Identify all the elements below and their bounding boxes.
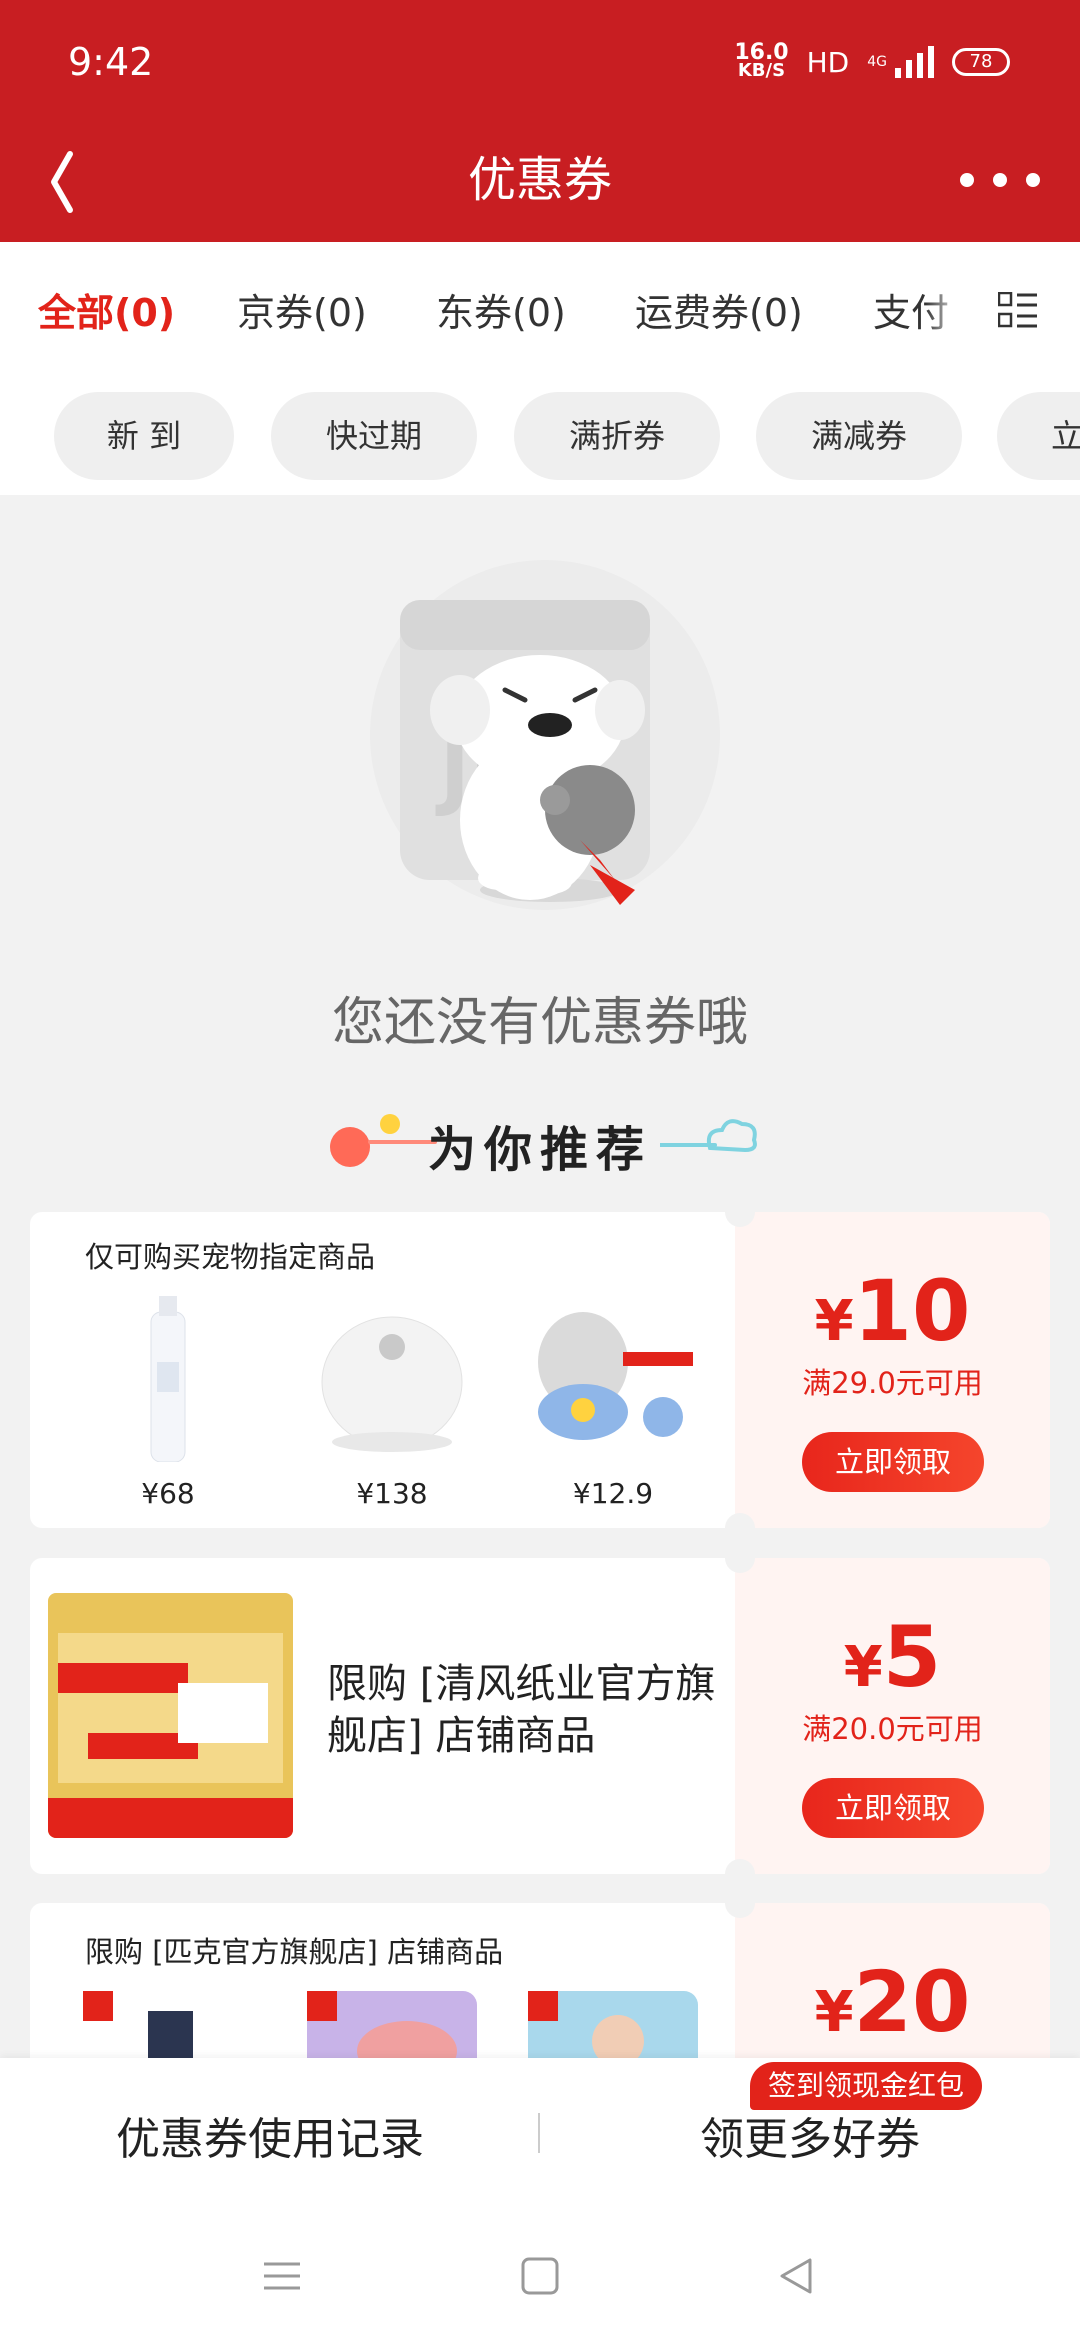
net-speed-unit: KB/S bbox=[737, 60, 786, 81]
coupon-shop-text: 限购 [清风纸业官方旗舰店] 店铺商品 bbox=[327, 1661, 716, 1759]
chip-more[interactable]: 立 bbox=[997, 392, 1080, 480]
product-image-shampoo-bottle[interactable] bbox=[83, 1292, 253, 1462]
coupon-heading: 限购 [匹克官方旗舰店] 店铺商品 bbox=[85, 1935, 504, 1969]
shop-product-image-tissue[interactable] bbox=[48, 1593, 293, 1838]
coupon-card-qingfeng[interactable]: ¥5 满20.0元可用 立即领取 限购 [清风纸业官方旗舰店] 店铺商品 bbox=[30, 1558, 1050, 1874]
jd-dog-mascot-illustration: JD bbox=[370, 560, 720, 910]
more-dots-icon[interactable] bbox=[960, 160, 1040, 200]
home-square-icon[interactable] bbox=[520, 2256, 560, 2296]
product-image-pet-bib[interactable] bbox=[528, 1292, 698, 1462]
list-view-icon[interactable] bbox=[998, 292, 1038, 328]
coupon-condition: 满29.0元可用 bbox=[802, 1366, 983, 1400]
back-triangle-icon[interactable] bbox=[776, 2256, 816, 2296]
claim-button[interactable]: 立即领取 bbox=[802, 1778, 984, 1838]
product-image-pet-device[interactable] bbox=[307, 1292, 477, 1462]
coupon-amount: ¥20 bbox=[814, 1953, 971, 2051]
claim-button[interactable]: 立即领取 bbox=[802, 1432, 984, 1492]
coupon-amount: ¥5 bbox=[843, 1608, 942, 1706]
header: 9:42 16.0 KB/S HD 4G 78 优惠券 bbox=[0, 0, 1080, 242]
chip-discount[interactable]: 满折券 bbox=[514, 392, 720, 480]
coupon-value-panel: ¥5 满20.0元可用 立即领取 bbox=[735, 1558, 1050, 1874]
product-price: ¥12.9 bbox=[572, 1477, 654, 1510]
hd-indicator: HD bbox=[806, 45, 850, 79]
coupon-amount: ¥10 bbox=[814, 1262, 971, 1360]
cloud-decor-icon bbox=[660, 1119, 757, 1153]
product-price: ¥138 bbox=[356, 1477, 428, 1510]
status-bar: 9:42 16.0 KB/S HD 4G 78 bbox=[0, 0, 1080, 130]
coupon-value-panel: ¥10 满29.0元可用 立即领取 bbox=[735, 1212, 1050, 1528]
network-type: 4G bbox=[867, 54, 887, 70]
empty-message: 您还没有优惠券哦 bbox=[331, 993, 748, 1053]
tab-dong-coupon[interactable]: 东券(0) bbox=[436, 282, 566, 337]
page-title: 优惠券 bbox=[467, 152, 612, 208]
chip-full-reduction[interactable]: 满减券 bbox=[756, 392, 962, 480]
status-time: 9:42 bbox=[68, 40, 154, 84]
coupon-heading: 仅可购买宠物指定商品 bbox=[85, 1240, 376, 1274]
menu-icon[interactable] bbox=[262, 2256, 302, 2296]
signal-icon bbox=[895, 46, 934, 78]
coupon-history-button[interactable]: 优惠券使用记录 bbox=[0, 2103, 540, 2167]
coupon-condition: 满20.0元可用 bbox=[802, 1712, 983, 1746]
status-icons: 16.0 KB/S HD 4G 78 bbox=[734, 42, 1010, 81]
coupon-tabs: 全部(0) 京券(0) 东券(0) 运费券(0) 支付 bbox=[0, 242, 1080, 377]
tab-jing-coupon[interactable]: 京券(0) bbox=[237, 282, 367, 337]
battery-icon: 78 bbox=[952, 48, 1010, 76]
tab-shipping-coupon[interactable]: 运费券(0) bbox=[635, 282, 803, 337]
nav-bar: 优惠券 bbox=[0, 130, 1080, 242]
signin-cash-badge[interactable]: 签到领现金红包 bbox=[750, 2062, 983, 2110]
get-more-coupons-button[interactable]: 领更多好券 bbox=[540, 2103, 1080, 2167]
tab-all[interactable]: 全部(0) bbox=[38, 282, 175, 337]
chip-expiring[interactable]: 快过期 bbox=[271, 392, 477, 480]
net-speed: 16.0 KB/S bbox=[734, 42, 788, 81]
product-price: ¥68 bbox=[141, 1477, 195, 1510]
chip-new[interactable]: 新 到 bbox=[54, 392, 234, 480]
system-nav-bar bbox=[0, 2208, 1080, 2340]
recommend-title: 为你推荐 bbox=[427, 1122, 652, 1178]
coupon-card-pet[interactable]: ¥10 满29.0元可用 立即领取 仅可购买宠物指定商品 ¥68 ¥138 ¥1… bbox=[30, 1212, 1050, 1528]
filter-chips: 新 到 快过期 满折券 满减券 立 bbox=[0, 377, 1080, 495]
